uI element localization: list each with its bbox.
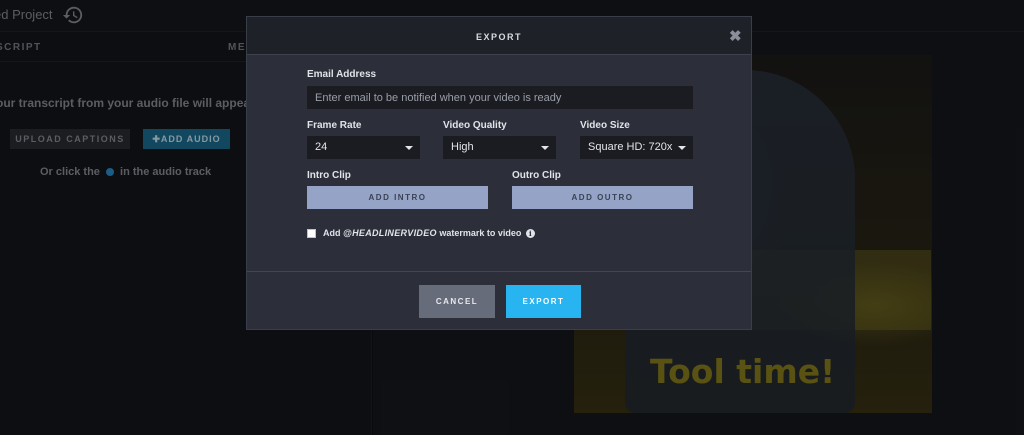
- add-intro-button[interactable]: ADD INTRO: [307, 186, 488, 209]
- watermark-checkbox[interactable]: [307, 229, 316, 238]
- watermark-option: Add @HEADLINERVIDEO watermark to video i: [323, 228, 535, 239]
- email-label: Email Address: [307, 69, 377, 80]
- add-outro-button[interactable]: ADD OUTRO: [512, 186, 693, 209]
- watermark-suffix: watermark to video: [439, 228, 522, 238]
- watermark-prefix: Add: [323, 228, 341, 238]
- info-icon[interactable]: i: [525, 229, 535, 239]
- email-field[interactable]: [307, 86, 693, 109]
- watermark-brand: @HEADLINERVIDEO: [343, 228, 437, 238]
- video-size-select[interactable]: Square HD: 720x: [580, 136, 693, 159]
- intro-clip-label: Intro Clip: [307, 170, 351, 181]
- footer-divider: [247, 271, 751, 272]
- video-quality-select[interactable]: High: [443, 136, 556, 159]
- modal-title: EXPORT: [475, 32, 522, 42]
- export-modal: EXPORT ✖ Email Address Frame Rate 24 Vid…: [246, 16, 752, 330]
- video-quality-value: High: [451, 141, 474, 153]
- frame-rate-select[interactable]: 24: [307, 136, 420, 159]
- video-quality-label: Video Quality: [443, 120, 507, 131]
- frame-rate-value: 24: [315, 141, 328, 153]
- modal-header: EXPORT ✖: [247, 17, 751, 55]
- video-size-value: Square HD: 720x: [588, 141, 673, 153]
- chevron-down-icon: [678, 146, 686, 150]
- cancel-button[interactable]: CANCEL: [419, 285, 495, 318]
- close-icon[interactable]: ✖: [729, 27, 742, 45]
- frame-rate-label: Frame Rate: [307, 120, 362, 131]
- chevron-down-icon: [541, 146, 549, 150]
- chevron-down-icon: [405, 146, 413, 150]
- outro-clip-label: Outro Clip: [512, 170, 561, 181]
- export-button[interactable]: EXPORT: [506, 285, 581, 318]
- video-size-label: Video Size: [580, 120, 630, 131]
